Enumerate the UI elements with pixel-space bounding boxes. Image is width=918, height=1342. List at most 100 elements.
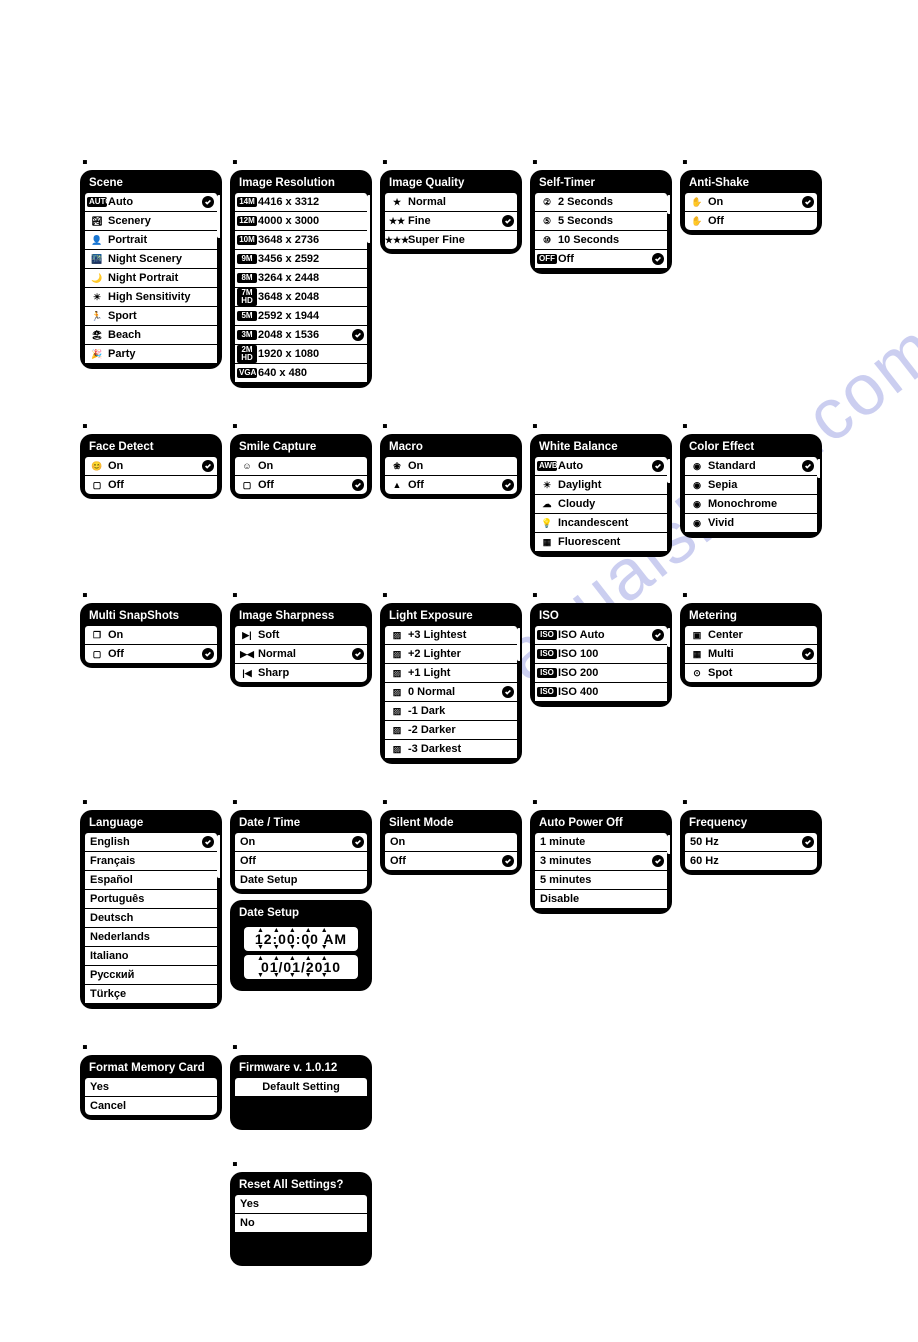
menu-item[interactable]: Deutsch [85, 909, 217, 927]
menu-item[interactable]: 10M3648 x 2736 [235, 231, 367, 249]
menu-item[interactable]: Date Setup [235, 871, 367, 889]
date-field[interactable]: ▲▲▲▲▲ 01/01/2010 ▼▼▼▼▼ [244, 955, 358, 979]
menu-item[interactable]: ▣Center [685, 626, 817, 644]
menu-item[interactable]: ⑤5 Seconds [535, 212, 667, 230]
scrollbar[interactable] [667, 833, 670, 909]
scrollbar[interactable] [367, 193, 370, 383]
menu-item[interactable]: ★★Fine [385, 212, 517, 230]
menu-item[interactable]: Português [85, 890, 217, 908]
menu-item[interactable]: On [385, 833, 517, 851]
menu-item[interactable]: Türkçe [85, 985, 217, 1003]
scrollbar[interactable] [667, 193, 670, 269]
menu-item[interactable]: ISOISO Auto [535, 626, 667, 644]
menu-item[interactable]: ◉Vivid [685, 514, 817, 532]
tab-icon: ▪ [532, 794, 670, 812]
menu-item[interactable]: ✋On [685, 193, 817, 211]
menu-item[interactable]: ▨+1 Light [385, 664, 517, 682]
menu-item[interactable]: ◉Sepia [685, 476, 817, 494]
option-label: On [258, 461, 362, 472]
menu-item[interactable]: OFFOff [535, 250, 667, 268]
menu-item[interactable]: ▶|Soft [235, 626, 367, 644]
menu-item[interactable]: 🌃Night Scenery [85, 250, 217, 268]
menu-item[interactable]: Español [85, 871, 217, 889]
menu-item[interactable]: ✋Off [685, 212, 817, 230]
menu-item[interactable]: AWBAuto [535, 457, 667, 475]
menu-item[interactable]: ★Normal [385, 193, 517, 211]
menu-item[interactable]: 👤Portrait [85, 231, 217, 249]
menu-item[interactable]: Cancel [85, 1097, 217, 1115]
menu-item[interactable]: ◉Standard [685, 457, 817, 475]
menu-item[interactable]: 12M4000 x 3000 [235, 212, 367, 230]
menu-item[interactable]: ▨-1 Dark [385, 702, 517, 720]
menu-item[interactable]: ◉Monochrome [685, 495, 817, 513]
menu-item[interactable]: ▨-3 Darkest [385, 740, 517, 758]
menu-item[interactable]: ⑩10 Seconds [535, 231, 667, 249]
menu-item[interactable]: No [235, 1214, 367, 1232]
menu-item[interactable]: 🎉Party [85, 345, 217, 363]
scrollbar[interactable] [217, 833, 220, 1004]
menu-item[interactable]: ☁Cloudy [535, 495, 667, 513]
menu-item[interactable]: 😊On [85, 457, 217, 475]
menu-item[interactable]: AUTOAuto [85, 193, 217, 211]
menu-item[interactable]: Off [385, 852, 517, 870]
menu-item[interactable]: ISOISO 200 [535, 664, 667, 682]
menu-item[interactable]: 💡Incandescent [535, 514, 667, 532]
menu-item[interactable]: ▨+3 Lightest [385, 626, 517, 644]
menu-item[interactable]: 5M2592 x 1944 [235, 307, 367, 325]
menu-item[interactable]: English [85, 833, 217, 851]
menu-item[interactable]: ❐On [85, 626, 217, 644]
menu-item[interactable]: ISOISO 400 [535, 683, 667, 701]
menu-item[interactable]: 🏞Scenery [85, 212, 217, 230]
menu-item[interactable]: ▦Multi [685, 645, 817, 663]
scrollbar[interactable] [517, 626, 520, 759]
menu-item[interactable]: 3 minutes [535, 852, 667, 870]
scrollbar[interactable] [667, 626, 670, 702]
time-field[interactable]: ▲▲▲▲▲ 12:00:00 AM ▼▼▼▼▼ [244, 927, 358, 951]
menu-item[interactable]: Default Setting [235, 1078, 367, 1096]
menu-item[interactable]: 8M3264 x 2448 [235, 269, 367, 287]
menu-item[interactable]: ⊙Spot [685, 664, 817, 682]
menu-item[interactable]: 2M HD1920 x 1080 [235, 345, 367, 363]
scrollbar[interactable] [667, 457, 670, 552]
menu-item[interactable]: 5 minutes [535, 871, 667, 889]
menu-item[interactable]: 3M2048 x 1536 [235, 326, 367, 344]
menu-item[interactable]: ②2 Seconds [535, 193, 667, 211]
menu-item[interactable]: ▨-2 Darker [385, 721, 517, 739]
menu-item[interactable]: ▢Off [235, 476, 367, 494]
menu-item[interactable]: ▨+2 Lighter [385, 645, 517, 663]
menu-item[interactable]: 14M4416 x 3312 [235, 193, 367, 211]
menu-item[interactable]: 7M HD3648 x 2048 [235, 288, 367, 306]
menu-item[interactable]: ❀On [385, 457, 517, 475]
menu-item[interactable]: Off [235, 852, 367, 870]
menu-item[interactable]: ☀High Sensitivity [85, 288, 217, 306]
menu-item[interactable]: 50 Hz [685, 833, 817, 851]
scrollbar[interactable] [217, 193, 220, 364]
menu-item[interactable]: Yes [235, 1195, 367, 1213]
menu-item[interactable]: 60 Hz [685, 852, 817, 870]
menu-item[interactable]: 🏃Sport [85, 307, 217, 325]
menu-item[interactable]: 9M3456 x 2592 [235, 250, 367, 268]
menu-item[interactable]: On [235, 833, 367, 851]
menu-item[interactable]: 🌙Night Portrait [85, 269, 217, 287]
menu-item[interactable]: ▢Off [85, 645, 217, 663]
menu-item[interactable]: Disable [535, 890, 667, 908]
menu-item[interactable]: Italiano [85, 947, 217, 965]
menu-item[interactable]: Русский [85, 966, 217, 984]
menu-item[interactable]: ▶◀Normal [235, 645, 367, 663]
menu-item[interactable]: Nederlands [85, 928, 217, 946]
scrollbar[interactable] [817, 457, 820, 533]
menu-item[interactable]: ▦Fluorescent [535, 533, 667, 551]
menu-item[interactable]: ☺On [235, 457, 367, 475]
menu-item[interactable]: ▨0 Normal [385, 683, 517, 701]
menu-item[interactable]: |◀Sharp [235, 664, 367, 682]
menu-item[interactable]: ☀Daylight [535, 476, 667, 494]
menu-item[interactable]: VGA640 x 480 [235, 364, 367, 382]
menu-item[interactable]: ▢Off [85, 476, 217, 494]
menu-item[interactable]: Yes [85, 1078, 217, 1096]
menu-item[interactable]: ▲Off [385, 476, 517, 494]
menu-item[interactable]: 🏖Beach [85, 326, 217, 344]
menu-item[interactable]: ★★★Super Fine [385, 231, 517, 249]
menu-item[interactable]: ISOISO 100 [535, 645, 667, 663]
menu-item[interactable]: 1 minute [535, 833, 667, 851]
menu-item[interactable]: Français [85, 852, 217, 870]
